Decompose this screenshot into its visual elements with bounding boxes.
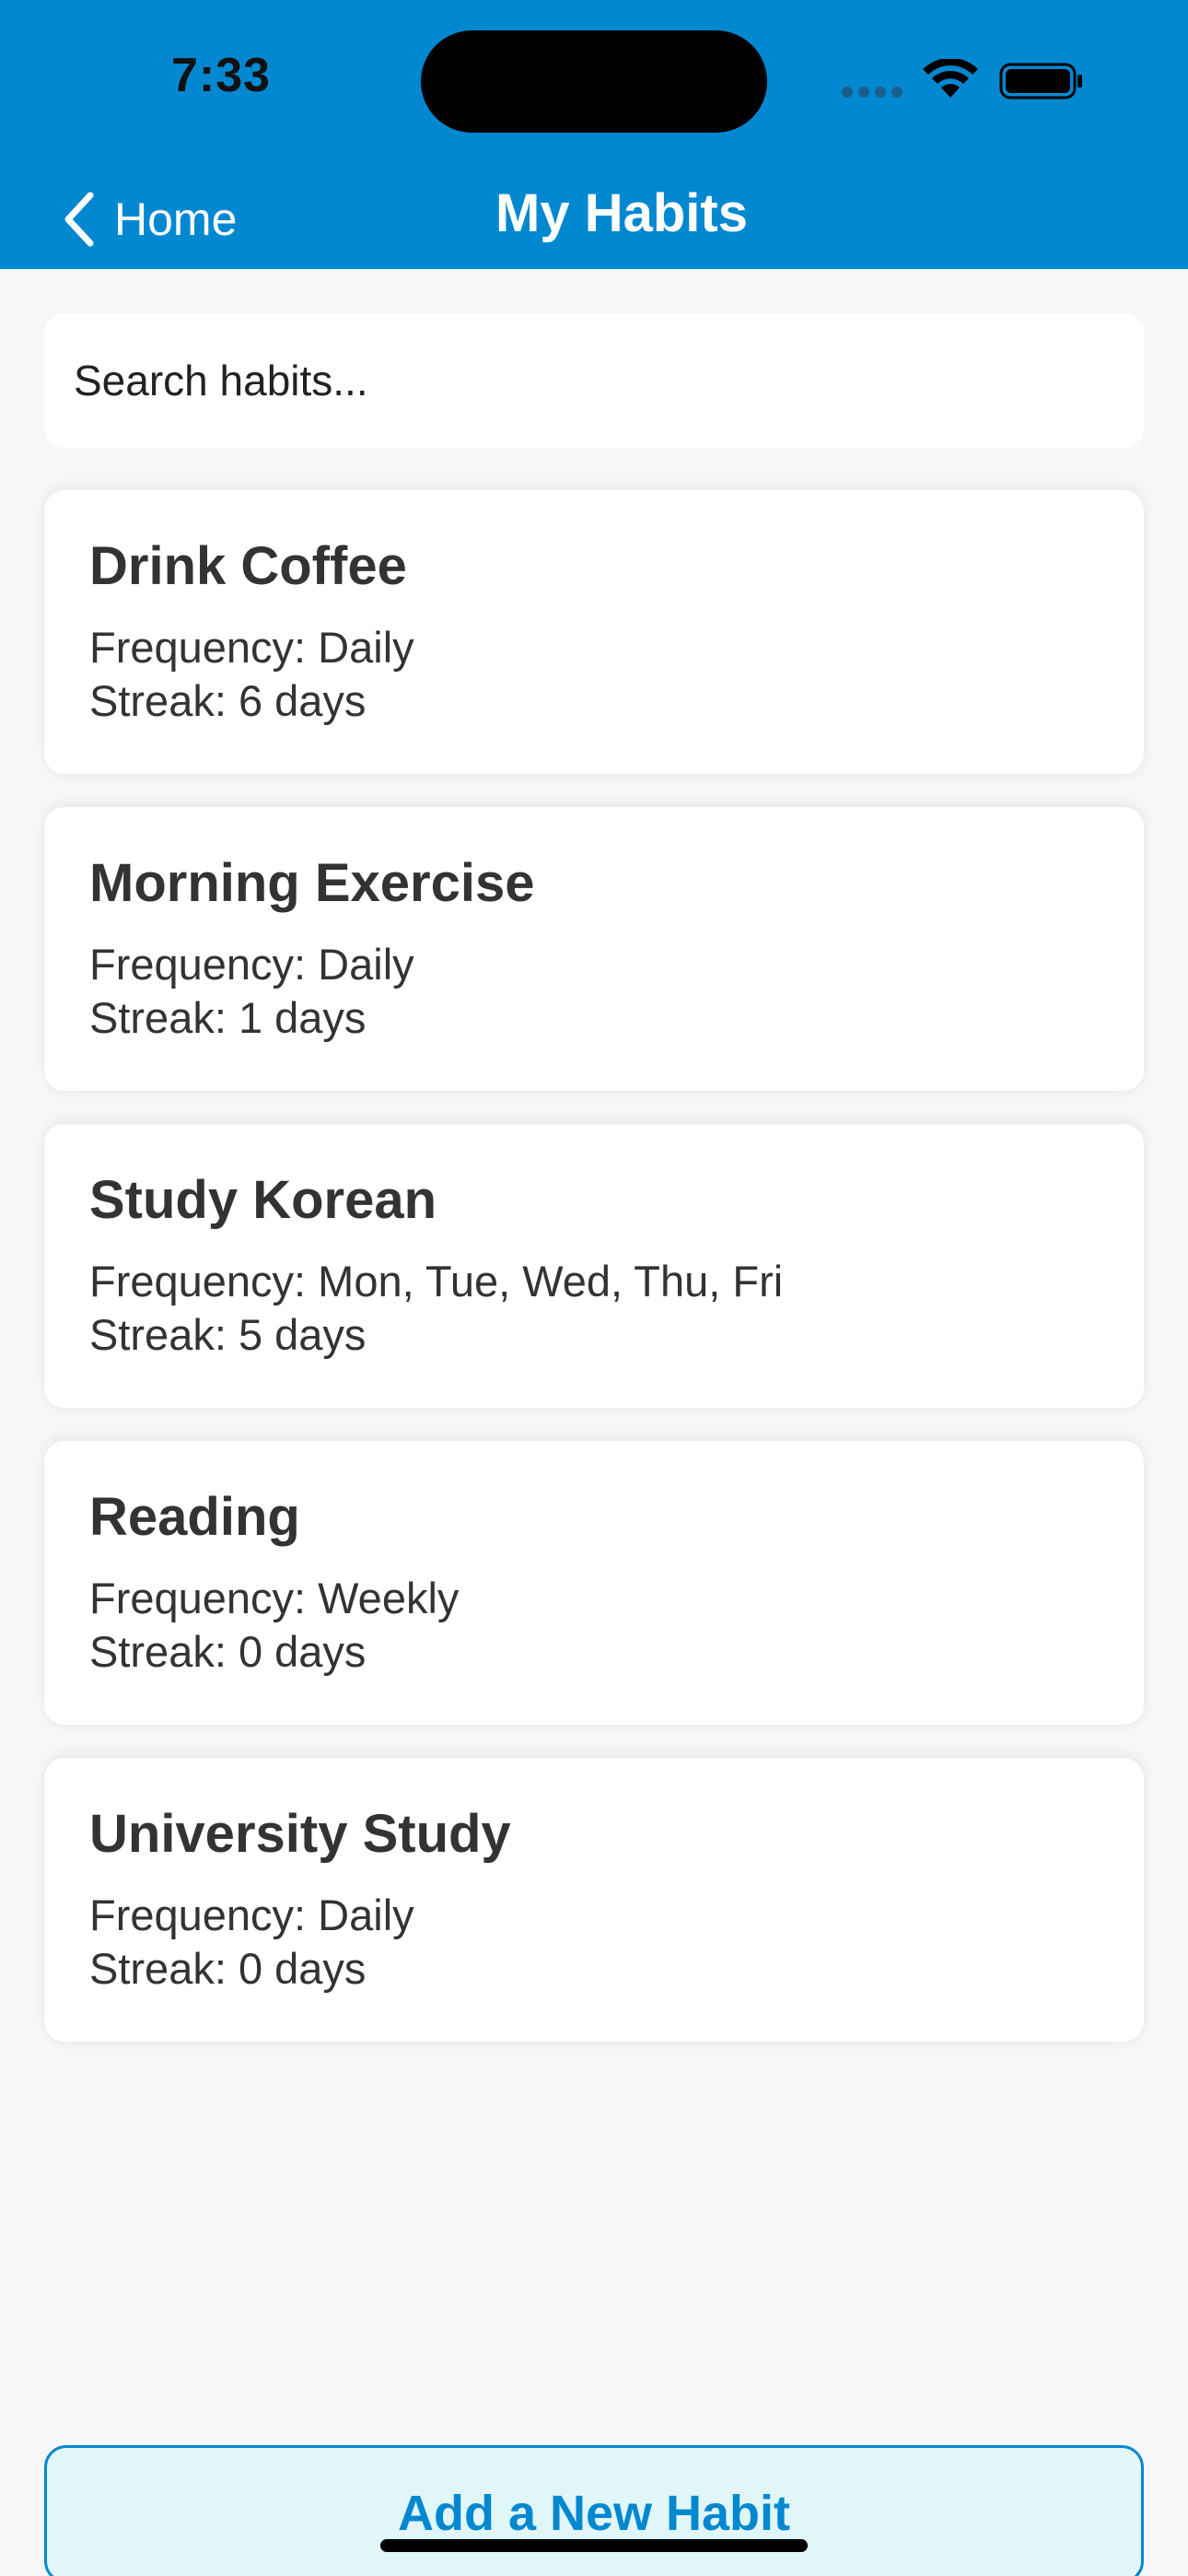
habit-streak: Streak: 1 days: [89, 993, 367, 1042]
habits-screen: 7:33 Home My Habits Drink Coffee: [0, 0, 1188, 2576]
habit-streak: Streak: 5 days: [89, 1310, 367, 1359]
habit-name: Morning Exercise: [89, 853, 535, 913]
habit-frequency: Frequency: Mon, Tue, Wed, Thu, Fri: [89, 1257, 784, 1306]
chevron-left-icon: [64, 192, 94, 247]
wifi-icon: [923, 59, 978, 98]
search-box: [44, 313, 1144, 448]
habit-name: Drink Coffee: [89, 536, 407, 596]
cellular-signal-icon: [842, 87, 904, 98]
header: 7:33 Home My Habits: [0, 0, 1188, 269]
habit-list: Drink Coffee Frequency: Daily Streak: 6 …: [44, 490, 1144, 2075]
habit-frequency: Frequency: Daily: [89, 1891, 414, 1939]
search-input[interactable]: [74, 356, 1144, 405]
dynamic-island: [421, 30, 767, 133]
habit-card[interactable]: Reading Frequency: Weekly Streak: 0 days: [44, 1441, 1144, 1725]
habit-card[interactable]: Study Korean Frequency: Mon, Tue, Wed, T…: [44, 1124, 1144, 1408]
habit-card[interactable]: University Study Frequency: Daily Streak…: [44, 1758, 1144, 2042]
habit-frequency: Frequency: Daily: [89, 940, 414, 989]
habit-name: University Study: [89, 1804, 511, 1864]
habit-card[interactable]: Drink Coffee Frequency: Daily Streak: 6 …: [44, 490, 1144, 774]
habit-frequency: Frequency: Weekly: [89, 1574, 460, 1622]
habit-streak: Streak: 6 days: [89, 676, 367, 725]
habit-name: Study Korean: [89, 1170, 437, 1230]
habit-frequency: Frequency: Daily: [89, 623, 414, 672]
page-title: My Habits: [495, 183, 748, 243]
status-time: 7:33: [170, 49, 272, 102]
battery-icon: [999, 63, 1082, 100]
habit-streak: Streak: 0 days: [89, 1944, 367, 1993]
add-habit-button[interactable]: Add a New Habit: [44, 2445, 1144, 2576]
back-label: Home: [114, 193, 238, 245]
home-indicator[interactable]: [380, 2539, 808, 2552]
habit-card[interactable]: Morning Exercise Frequency: Daily Streak…: [44, 807, 1144, 1091]
habit-streak: Streak: 0 days: [89, 1627, 367, 1676]
back-button[interactable]: Home: [61, 184, 237, 254]
habit-name: Reading: [89, 1487, 300, 1547]
add-habit-label: Add a New Habit: [397, 2486, 791, 2541]
